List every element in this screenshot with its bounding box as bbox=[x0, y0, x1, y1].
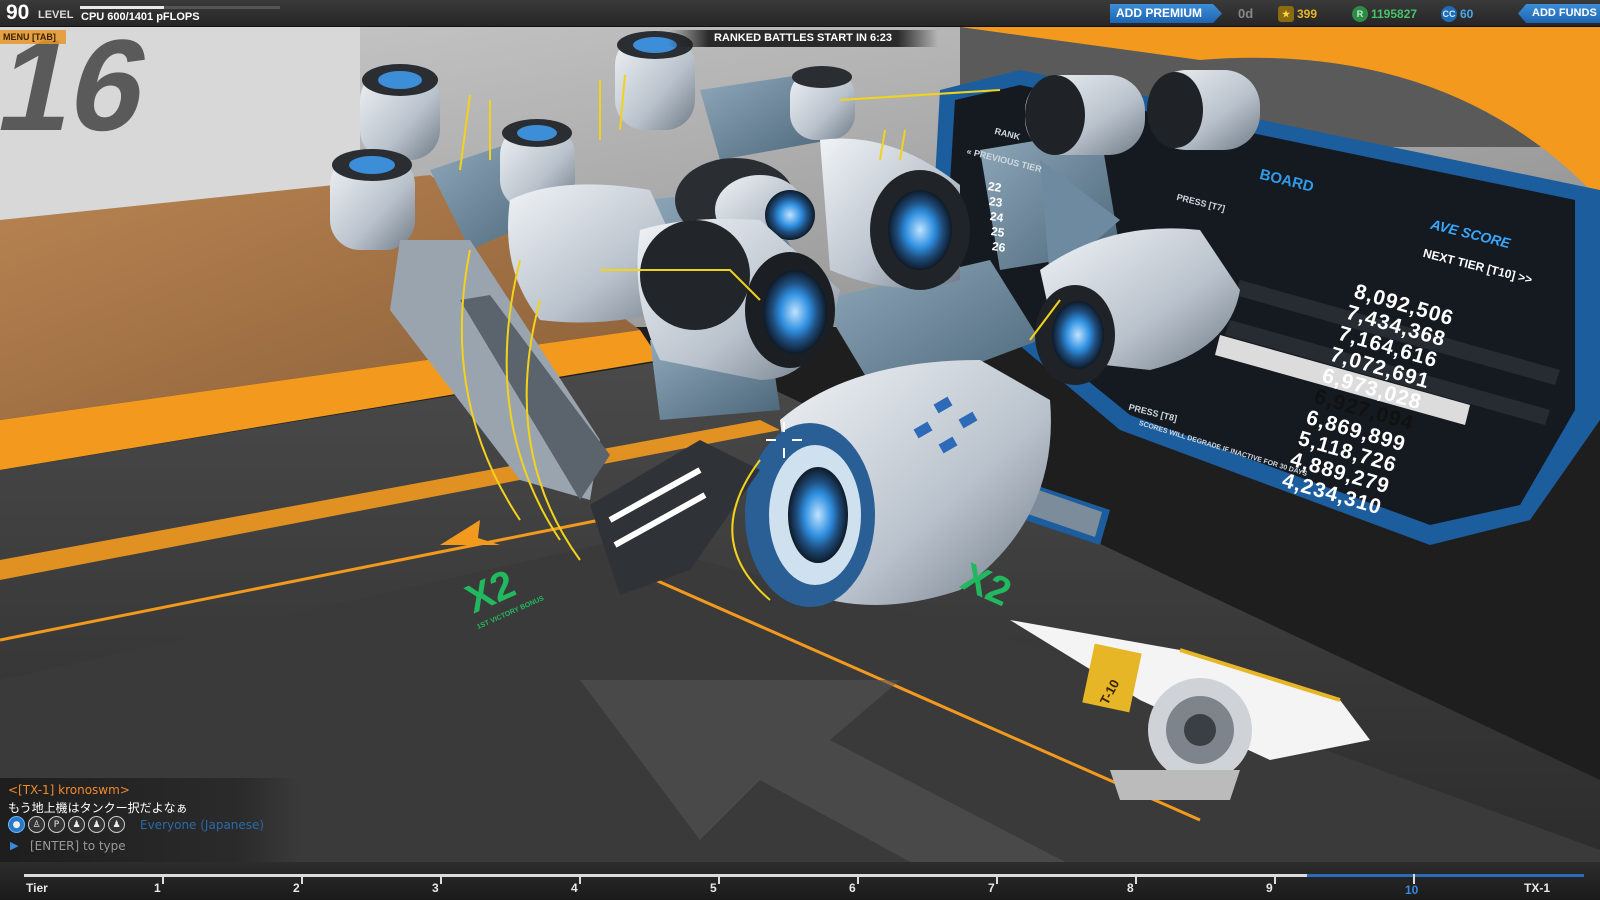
tier-tick bbox=[996, 874, 998, 884]
tier-label: 9 bbox=[1266, 881, 1273, 895]
player-level: 90 bbox=[6, 1, 30, 24]
party-icon[interactable]: ♙ bbox=[28, 816, 45, 833]
trophy-count: 399 bbox=[1297, 7, 1318, 21]
cosmetic-credit-icon: CC bbox=[1441, 6, 1457, 22]
tier-tick bbox=[718, 874, 720, 884]
robits-count: 1195827 bbox=[1371, 7, 1418, 21]
add-funds-button[interactable]: ADD FUNDS bbox=[1518, 4, 1600, 23]
cpu-usage: CPU 600/1401 pFLOPS bbox=[81, 11, 200, 23]
trophy-counter[interactable]: ★ 399 bbox=[1278, 5, 1317, 23]
tier-label: 10 bbox=[1405, 883, 1419, 897]
private-icon[interactable]: P bbox=[48, 816, 65, 833]
menu-tab-button[interactable]: MENU [TAB] bbox=[0, 30, 66, 44]
tier-tick bbox=[579, 874, 581, 884]
tier-label: 4 bbox=[571, 881, 578, 895]
tier-track-current bbox=[1307, 874, 1584, 877]
trophy-icon: ★ bbox=[1278, 6, 1294, 22]
tier-tick bbox=[301, 874, 303, 884]
premium-days-remaining: 0d bbox=[1238, 6, 1254, 21]
tier-tick bbox=[857, 874, 859, 884]
friends-icon[interactable]: ♟ bbox=[88, 816, 105, 833]
chat-channel-icons: ● ♙ P ♟ ♟ ♟ bbox=[8, 816, 125, 833]
tier-label: 6 bbox=[849, 881, 856, 895]
tier-tick bbox=[162, 874, 164, 884]
chat-channel-label: Everyone (Japanese) bbox=[140, 818, 265, 832]
tier-label: 2 bbox=[293, 881, 300, 895]
tier-label: 5 bbox=[710, 881, 717, 895]
tier-label: Tier bbox=[26, 881, 48, 895]
robits-counter[interactable]: R 1195827 bbox=[1352, 5, 1417, 23]
chat-placeholder: [ENTER] to type bbox=[30, 839, 126, 853]
clan-icon[interactable]: ♟ bbox=[68, 816, 85, 833]
tier-tick bbox=[1135, 874, 1137, 884]
tier-label: 8 bbox=[1127, 881, 1134, 895]
ranked-battles-banner: RANKED BATTLES START IN 6:23 bbox=[668, 30, 938, 47]
tier-tick bbox=[440, 874, 442, 884]
chat-sender[interactable]: <[TX-1] kronoswm> bbox=[8, 783, 130, 797]
cosmetic-credits-count: 60 bbox=[1460, 7, 1474, 21]
robits-coin-icon: R bbox=[1352, 6, 1368, 22]
chat-arrow-icon: ▶ bbox=[10, 839, 19, 852]
garage-background: 16 T-10 X2 1ST VICTORY BONUS X2 bbox=[0, 12, 1600, 900]
chat-input[interactable]: ▶ [ENTER] to type bbox=[0, 836, 300, 856]
xp-progress-bar bbox=[80, 6, 280, 9]
xp-progress-fill bbox=[80, 6, 164, 9]
chat-panel: <[TX-1] kronoswm> もう地上機はタンクー択だよなぁ ● ♙ P … bbox=[0, 778, 300, 862]
cosmetic-credits-counter[interactable]: CC 60 bbox=[1441, 5, 1473, 23]
tier-label: 3 bbox=[432, 881, 439, 895]
globe-icon[interactable]: ● bbox=[8, 816, 25, 833]
level-label: LEVEL bbox=[38, 9, 74, 21]
add-premium-button[interactable]: ADD PREMIUM bbox=[1110, 4, 1222, 23]
tier-label: 7 bbox=[988, 881, 995, 895]
tier-tick bbox=[1274, 874, 1276, 884]
top-bar: 90 LEVEL CPU 600/1401 pFLOPS ADD PREMIUM… bbox=[0, 0, 1600, 27]
garage-scene: 16 T-10 X2 1ST VICTORY BONUS X2 bbox=[0, 0, 1600, 900]
group-icon[interactable]: ♟ bbox=[108, 816, 125, 833]
tier-label: 1 bbox=[154, 881, 161, 895]
tier-progress-bar: Tier 1 2 3 4 5 6 7 8 9 10 TX-1 bbox=[0, 862, 1600, 900]
tier-label: TX-1 bbox=[1524, 881, 1551, 895]
chat-message: もう地上機はタンクー択だよなぁ bbox=[8, 801, 188, 815]
